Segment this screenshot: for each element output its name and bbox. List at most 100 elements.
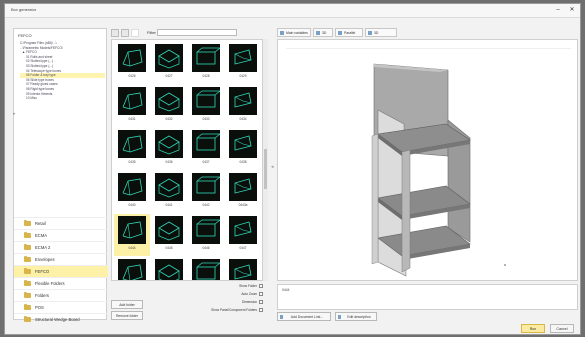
box-thumbnail[interactable]: 0435 [114, 128, 150, 170]
box-thumbnail[interactable]: 0437 [188, 128, 224, 170]
folder-label: FEFCO [35, 269, 50, 274]
box-thumbnail[interactable]: 0442 [188, 171, 224, 213]
minimize-button[interactable]: – [553, 6, 563, 15]
box-thumbnail[interactable]: 0438 [225, 128, 261, 170]
thumbnail-caption: 0431 [128, 117, 136, 121]
folder-label: ECMA [35, 233, 48, 238]
box-thumbnail[interactable]: 0429 [225, 42, 261, 84]
folder-item[interactable]: FEFCO [14, 265, 108, 277]
tab-label: 3D [322, 31, 327, 35]
thumbnail-caption: 0444 [128, 246, 136, 250]
viewer-divider [286, 48, 571, 49]
box-thumbnail[interactable]: 0431 [114, 85, 150, 127]
box-thumbnail[interactable]: 0436 [151, 128, 187, 170]
run-button[interactable]: Run [521, 324, 545, 333]
box-thumbnail[interactable]: 0426 [114, 42, 150, 84]
box-thumbnail[interactable]: 0445 [151, 214, 187, 256]
folder-item[interactable]: POS [14, 301, 108, 313]
box-preview-image [155, 259, 183, 280]
option-label: Dimension [241, 300, 257, 304]
name-field[interactable]: 0444 [277, 284, 578, 310]
box-preview-image [118, 87, 146, 115]
tree-header: FEFCO [18, 33, 32, 38]
box-preview-image [118, 44, 146, 72]
folder-item[interactable]: ECMA 2 [14, 241, 108, 253]
viewer-tab[interactable]: Parallel [335, 28, 363, 37]
box-preview-image [118, 259, 146, 280]
option-checkbox[interactable] [259, 300, 263, 304]
folder-icon [24, 315, 31, 322]
collapse-arrow-icon[interactable]: ▸ [13, 111, 16, 117]
grid-view-icon[interactable] [121, 29, 129, 37]
box-thumbnail[interactable]: 0440 [114, 171, 150, 213]
box-thumbnail[interactable]: 0447 [225, 214, 261, 256]
tree-node[interactable]: 10 Misc [20, 96, 105, 101]
thumbnail-caption: 0446 [202, 246, 210, 250]
thumbnail-caption: 0429 [239, 74, 247, 78]
folder-item[interactable]: Envelopes [14, 253, 108, 265]
option-checkbox[interactable] [259, 308, 263, 312]
grid-footer: Add folder Remove folder Show Folder Auto… [111, 282, 271, 322]
thumbnail-caption: 0440 [128, 203, 136, 207]
box-thumbnail[interactable]: 0427 [151, 42, 187, 84]
box-preview-image [229, 259, 257, 280]
tab-icon [316, 31, 320, 35]
thumbnail-caption: 0443a [238, 203, 248, 207]
cancel-button[interactable]: Cancel [550, 324, 574, 333]
box-thumbnail[interactable]: 0443a [225, 171, 261, 213]
expand-arrow-icon[interactable]: ◂ [271, 164, 274, 170]
refresh-icon[interactable] [131, 29, 139, 37]
filter-input[interactable] [157, 29, 237, 36]
link-icon [280, 315, 283, 319]
folder-icon [24, 243, 31, 250]
library-panel: FEFCO C:\Program Files (x86)\...\ ...\Pa… [13, 28, 108, 322]
scrollbar-thumb[interactable] [264, 149, 267, 189]
list-view-icon[interactable] [111, 29, 119, 37]
folder-item[interactable]: Flexible Folders [14, 277, 108, 289]
box-thumbnail[interactable]: 0450 [188, 257, 224, 280]
folder-item[interactable]: Folders [14, 289, 108, 301]
name-value: 0444 [282, 288, 290, 292]
box-thumbnail[interactable]: 0434 [225, 85, 261, 127]
viewer-tab[interactable]: 3D [313, 28, 333, 37]
box-thumbnail[interactable]: 0428 [188, 42, 224, 84]
option-checkbox[interactable] [259, 284, 263, 288]
viewer-tab[interactable]: 3D Dimensions [365, 28, 397, 43]
close-button[interactable]: ✕ [567, 6, 577, 15]
thumbnail-caption: 0435 [128, 160, 136, 164]
remove-folder-button[interactable]: Remove folder [111, 311, 143, 320]
box-thumbnail[interactable]: 0441 [151, 171, 187, 213]
edit-description-button[interactable]: Edit description [335, 312, 377, 321]
window-title: Box generator [11, 7, 37, 12]
box-preview-image [155, 44, 183, 72]
add-document-link-button[interactable]: Add Document Link... [277, 312, 331, 321]
folder-icon [24, 255, 31, 262]
folder-list: Retail ECMA ECMA 2 Envelopes FEFCO Flexible F… [14, 217, 108, 325]
thumbnail-caption: 0447 [239, 246, 247, 250]
box-preview-image [192, 173, 221, 201]
box-thumbnail[interactable]: 0433 [188, 85, 224, 127]
box-thumbnail[interactable]: 0451 [225, 257, 261, 280]
tab-icon [280, 31, 284, 35]
box-thumbnail[interactable]: 0444 [114, 214, 150, 256]
box-preview-image [155, 173, 183, 201]
grid-scrollbar[interactable] [263, 39, 268, 281]
option-checkbox[interactable] [259, 292, 263, 296]
box-preview-image [118, 173, 146, 201]
folder-item[interactable]: ECMA [14, 229, 108, 241]
folder-label: Structural Wedge Board [35, 317, 80, 322]
box-thumbnail[interactable]: 0432 [151, 85, 187, 127]
viewer-tab[interactable]: Main variables [277, 28, 311, 37]
box-thumbnail[interactable]: 0449 [151, 257, 187, 280]
box-thumbnail[interactable]: 0446 [188, 214, 224, 256]
box-preview-image [192, 44, 221, 72]
3d-viewer[interactable]: ◂ [271, 39, 578, 281]
add-folder-button[interactable]: Add folder [111, 300, 143, 309]
box-preview-image [229, 216, 257, 244]
grid-toolbar: Filter [111, 28, 271, 38]
box-thumbnail[interactable]: 0448 [114, 257, 150, 280]
folder-icon [24, 279, 31, 286]
box-preview-image [118, 130, 146, 158]
box-generator-window: Box generator – ✕ FEFCO C:\Program Files… [4, 3, 581, 335]
folder-item[interactable]: Retail [14, 217, 108, 229]
